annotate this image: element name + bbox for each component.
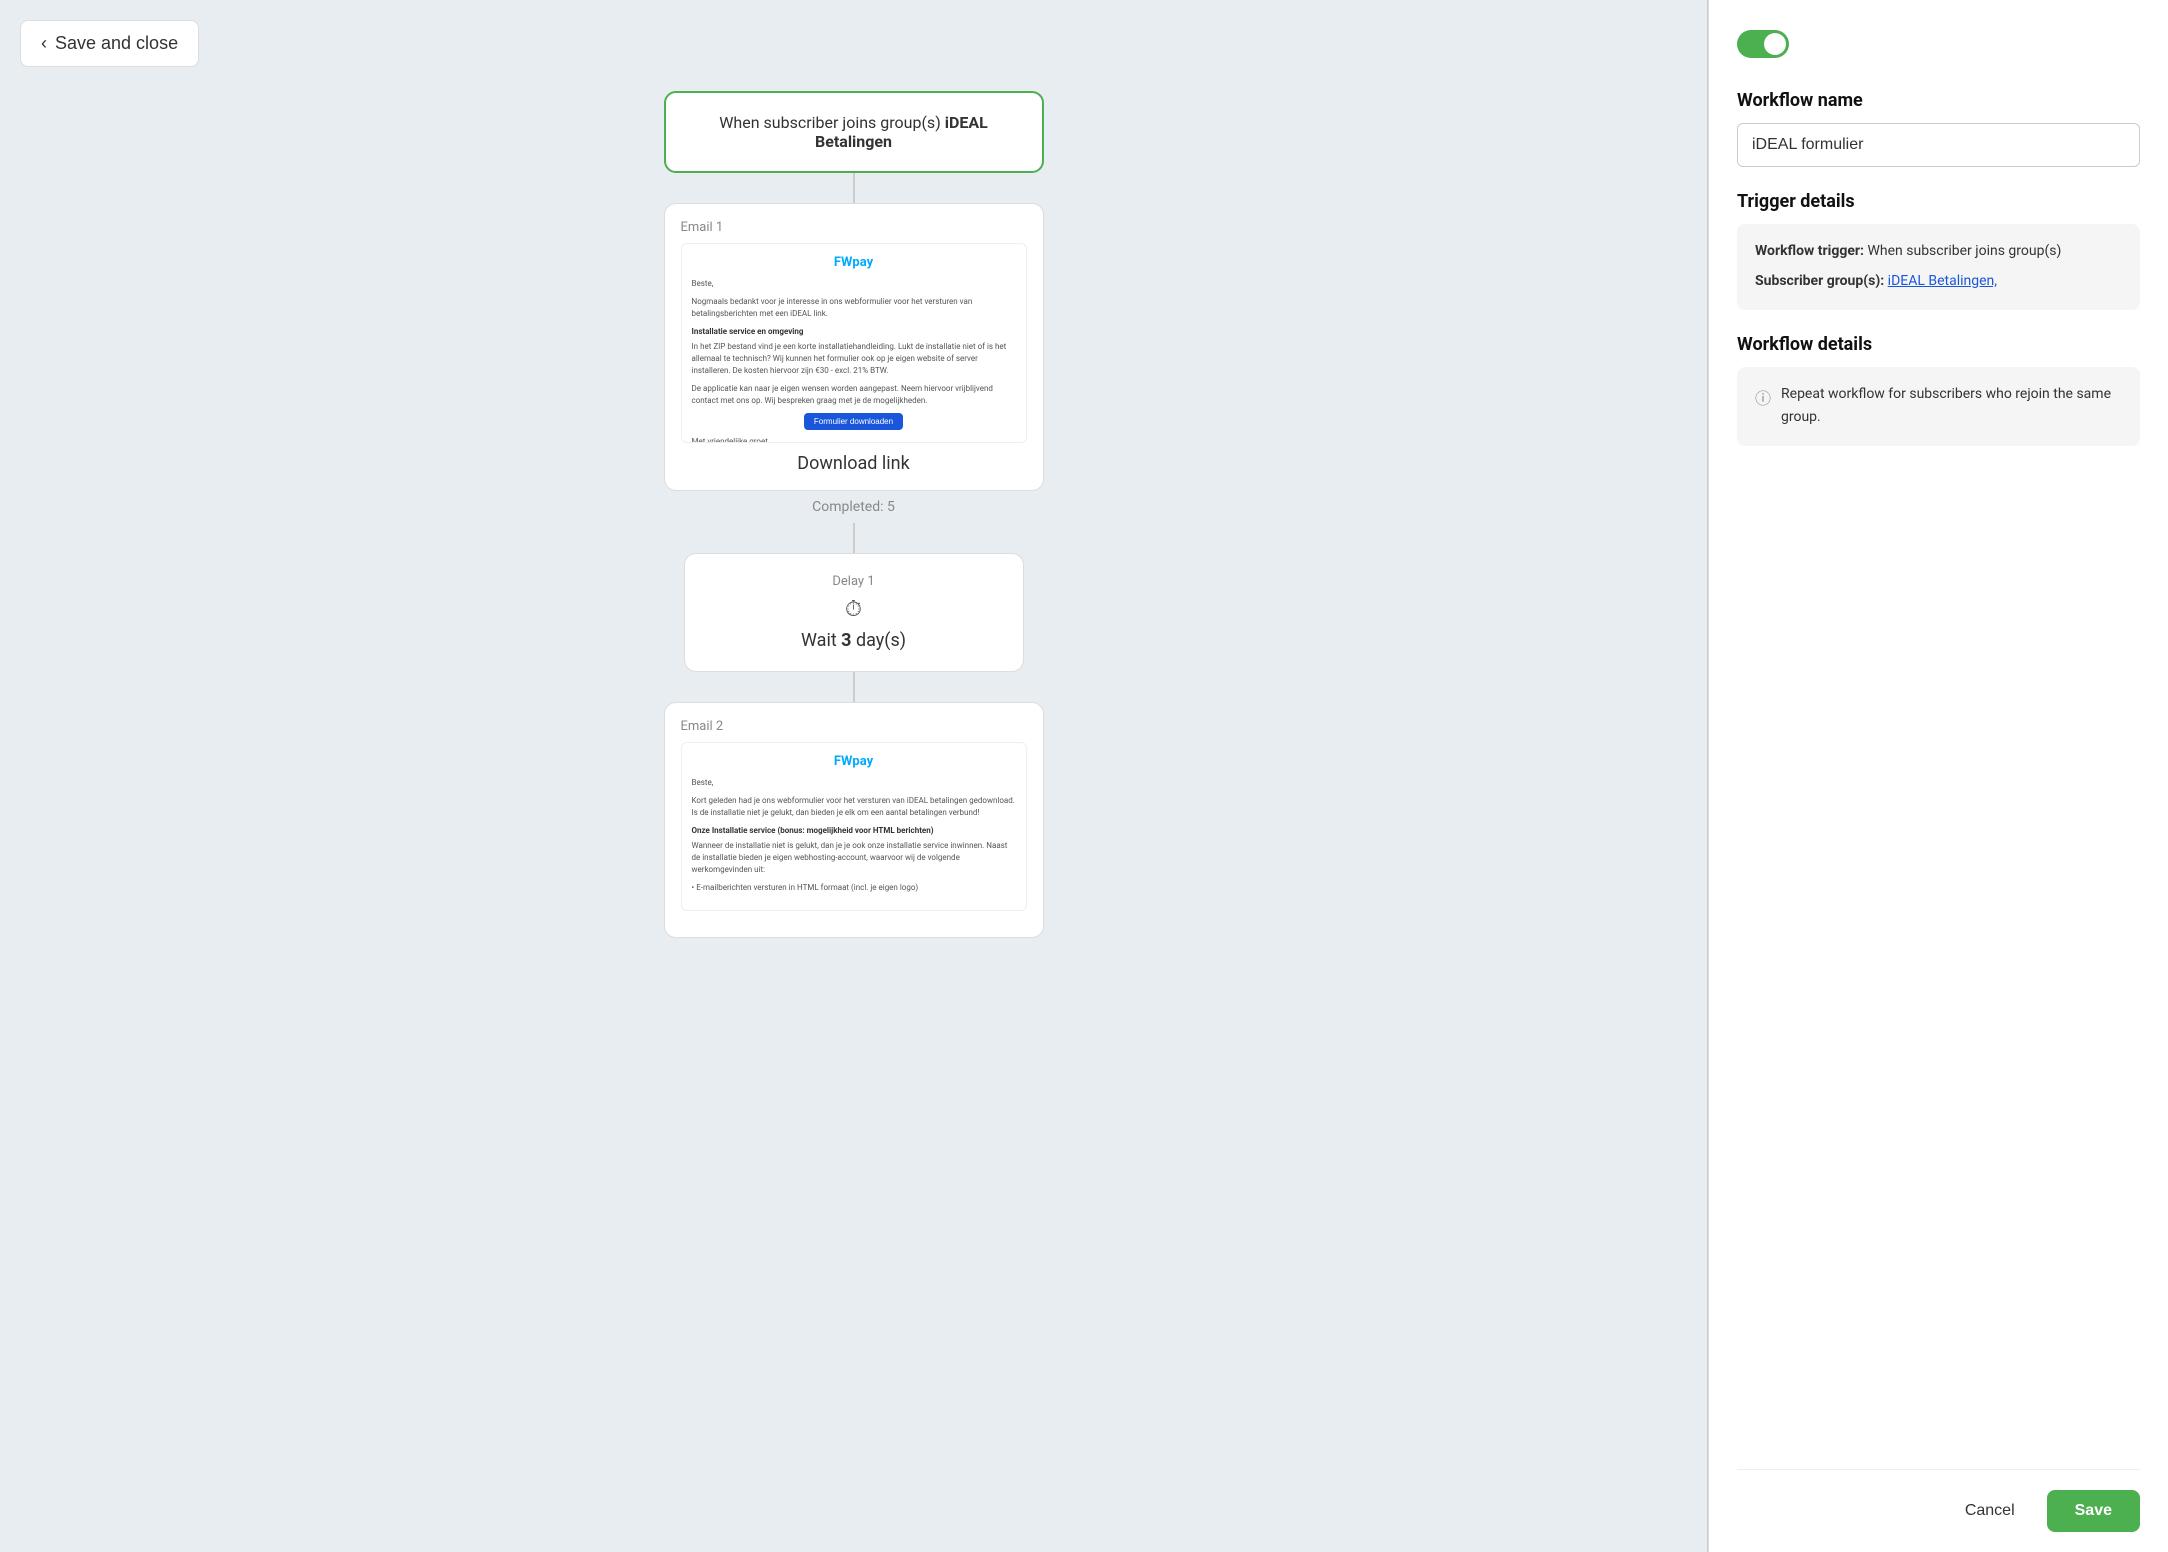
toggle-row (1737, 30, 2140, 62)
email2-section: Onze Installatie service (bonus: mogelij… (692, 825, 1016, 836)
workflow-name-label: Workflow name (1737, 90, 2140, 111)
email1-body2: De applicatie kan naar je eigen wensen w… (692, 383, 1016, 407)
spacer (1737, 470, 2140, 1469)
workflow-detail-text: Repeat workflow for subscribers who rejo… (1781, 383, 2122, 431)
trigger-row: Workflow trigger: When subscriber joins … (1755, 240, 2122, 264)
delay-days: 3 (841, 630, 851, 651)
save-close-label: Save and close (55, 33, 178, 54)
delay-prefix: Wait (801, 630, 841, 651)
trigger-details-box: Workflow trigger: When subscriber joins … (1737, 224, 2140, 310)
email2-preview: FWpay Beste, Kort geleden had je ons web… (681, 742, 1027, 911)
delay-label: Delay 1 (715, 574, 993, 589)
email1-body1: In het ZIP bestand vind je een korte ins… (692, 341, 1016, 377)
connector-1 (853, 173, 855, 203)
delay-suffix: day(s) (852, 630, 907, 651)
delay-node[interactable]: Delay 1 ⏱ Wait 3 day(s) (684, 553, 1024, 672)
trigger-text: When subscriber joins group(s) (719, 113, 941, 132)
workflow-details-label: Workflow details (1737, 334, 2140, 355)
subscriber-row: Subscriber group(s): iDEAL Betalingen, (1755, 270, 2122, 294)
email2-greeting: Beste, (692, 777, 1016, 789)
toggle-slider (1737, 30, 1789, 58)
fw-text: FW (834, 255, 853, 270)
fw-logo-2: FWpay (692, 753, 1016, 771)
fw-logo: FWpay (692, 254, 1016, 272)
email2-body: Wanneer de installatie niet is gelukt, d… (692, 840, 1016, 876)
email1-title: Download link (681, 453, 1027, 474)
completed-text: Completed: 5 (812, 491, 895, 523)
trigger-node[interactable]: When subscriber joins group(s) iDEAL Bet… (664, 91, 1044, 173)
email2-node[interactable]: Email 2 FWpay Beste, Kort geleden had je… (664, 702, 1044, 938)
workflow-detail-row: ⓘ Repeat workflow for subscribers who re… (1755, 383, 2122, 431)
cancel-button[interactable]: Cancel (1949, 1492, 2031, 1530)
subscriber-key: Subscriber group(s): (1755, 273, 1884, 289)
pay-text-2: pay (852, 754, 873, 769)
fw-logo-text: FWpay (834, 255, 873, 270)
email1-preview: FWpay Beste, Nogmaals bedankt voor je in… (681, 243, 1027, 443)
connector-3 (853, 672, 855, 702)
email1-node[interactable]: Email 1 FWpay Beste, Nogmaals bedankt vo… (664, 203, 1044, 491)
email1-greeting: Beste, (692, 278, 1016, 290)
save-close-button[interactable]: ‹ Save and close (20, 20, 199, 67)
email1-signoff: Met vriendelijke groet, (692, 436, 1016, 443)
download-btn-mini[interactable]: Formulier downloaden (804, 413, 903, 430)
pay-text: pay (852, 255, 873, 270)
workflow-name-input[interactable] (1737, 123, 2140, 167)
save-button[interactable]: Save (2047, 1490, 2140, 1532)
email1-label: Email 1 (681, 220, 1027, 235)
delay-title: Wait 3 day(s) (715, 630, 993, 651)
fw-text-2: FW (834, 754, 853, 769)
connector-2 (853, 523, 855, 553)
trigger-details-label: Trigger details (1737, 191, 2140, 212)
trigger-value-text: When subscriber joins group(s) (1867, 243, 2061, 259)
email1-section: Installatie service en omgeving (692, 326, 1016, 337)
workflow-toggle[interactable] (1737, 30, 1789, 58)
right-panel: Workflow name Trigger details Workflow t… (1708, 0, 2168, 1552)
clock-icon: ⏱ (715, 597, 993, 622)
email2-intro: Kort geleden had je ons webformulier voo… (692, 795, 1016, 819)
workflow-canvas: When subscriber joins group(s) iDEAL Bet… (20, 91, 1687, 938)
email2-bullet1: • E-mailberichten versturen in HTML form… (692, 882, 1016, 894)
email1-intro: Nogmaals bedankt voor je interesse in on… (692, 296, 1016, 320)
trigger-key: Workflow trigger: (1755, 243, 1864, 259)
left-panel: ‹ Save and close When subscriber joins g… (0, 0, 1707, 1552)
back-arrow: ‹ (41, 33, 47, 54)
bottom-actions: Cancel Save (1737, 1469, 2140, 1532)
subscriber-value-link[interactable]: iDEAL Betalingen, (1888, 273, 1997, 289)
fw-logo-text-2: FWpay (834, 754, 873, 769)
workflow-details-box: ⓘ Repeat workflow for subscribers who re… (1737, 367, 2140, 447)
info-icon: ⓘ (1755, 385, 1771, 412)
email2-label: Email 2 (681, 719, 1027, 734)
